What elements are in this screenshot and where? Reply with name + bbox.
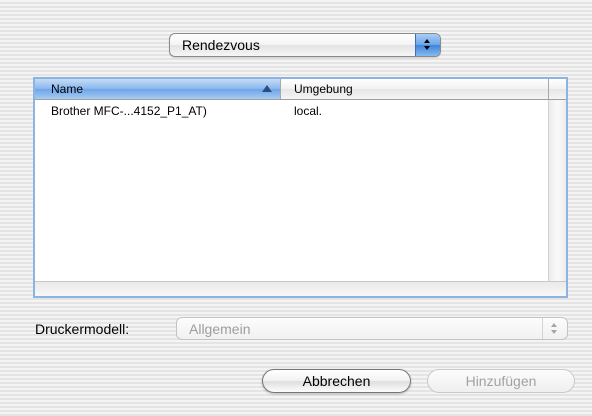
- column-header-name-label: Name: [51, 82, 84, 96]
- arrow-down-icon: [424, 46, 430, 50]
- printer-name-cell: Brother MFC-...4152_P1_AT): [51, 104, 207, 118]
- horizontal-scrollbar[interactable]: [35, 281, 566, 296]
- cancel-button[interactable]: Abbrechen: [262, 369, 411, 393]
- column-header-name[interactable]: Name: [35, 79, 281, 99]
- column-header-environment[interactable]: Umgebung: [281, 79, 549, 99]
- add-button[interactable]: Hinzufügen: [427, 369, 575, 393]
- source-popup-value: Rendezvous: [182, 37, 260, 53]
- table-header: Name Umgebung: [35, 79, 566, 100]
- popup-arrows-icon: [415, 34, 440, 56]
- printer-model-value: Allgemein: [189, 321, 251, 337]
- column-header-environment-label: Umgebung: [294, 82, 353, 96]
- arrow-up-icon: [424, 39, 430, 43]
- printer-model-popup[interactable]: Allgemein: [176, 317, 568, 340]
- printer-model-label: Druckermodell:: [35, 321, 130, 337]
- vertical-scrollbar[interactable]: [548, 100, 566, 281]
- popup-arrows-icon: [542, 318, 567, 339]
- arrow-up-icon: [551, 323, 557, 327]
- printer-table[interactable]: Name Umgebung Brother MFC-...4152_P1_AT)…: [33, 77, 568, 298]
- source-popup[interactable]: Rendezvous: [169, 33, 441, 57]
- arrow-down-icon: [551, 330, 557, 334]
- table-row[interactable]: Brother MFC-...4152_P1_AT) local.: [35, 100, 548, 120]
- sort-ascending-icon: [262, 85, 272, 92]
- printer-environment-cell: local.: [294, 104, 323, 118]
